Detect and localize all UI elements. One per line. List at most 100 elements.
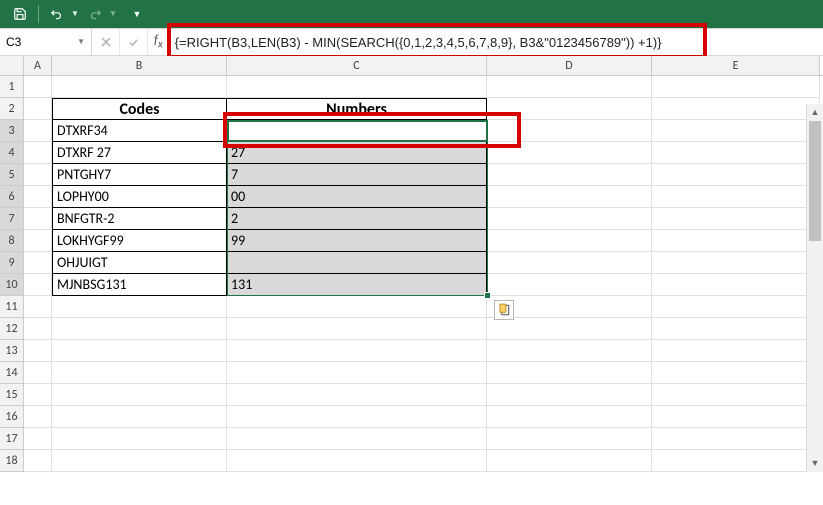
- cell[interactable]: [487, 274, 652, 296]
- cell[interactable]: [487, 318, 652, 340]
- cell[interactable]: [24, 318, 52, 340]
- cell[interactable]: [24, 274, 52, 296]
- row-header-10[interactable]: 10: [0, 274, 24, 296]
- cell-code[interactable]: OHJUIGT: [52, 252, 227, 274]
- cell[interactable]: [487, 76, 652, 98]
- col-header-A[interactable]: A: [24, 56, 52, 75]
- row-header-7[interactable]: 7: [0, 208, 24, 230]
- row-header-15[interactable]: 15: [0, 384, 24, 406]
- cell-code[interactable]: DTXRF34: [52, 120, 227, 142]
- table-header-numbers[interactable]: Numbers: [227, 98, 487, 120]
- cell[interactable]: [652, 186, 820, 208]
- cell[interactable]: [227, 362, 487, 384]
- cell-number[interactable]: 27: [227, 142, 487, 164]
- cell[interactable]: [227, 428, 487, 450]
- cell[interactable]: [652, 142, 820, 164]
- col-header-B[interactable]: B: [52, 56, 227, 75]
- undo-dropdown[interactable]: ▼: [71, 9, 79, 19]
- table-header-codes[interactable]: Codes: [52, 98, 227, 120]
- row-header-18[interactable]: 18: [0, 450, 24, 472]
- cell-number[interactable]: 34: [227, 120, 487, 142]
- cell[interactable]: [487, 428, 652, 450]
- cell[interactable]: [24, 428, 52, 450]
- cell[interactable]: [24, 340, 52, 362]
- cell-number[interactable]: 7: [227, 164, 487, 186]
- cell-code[interactable]: LOPHY00: [52, 186, 227, 208]
- cell[interactable]: [52, 384, 227, 406]
- cell[interactable]: [487, 340, 652, 362]
- cell[interactable]: [652, 450, 820, 472]
- cell[interactable]: [487, 252, 652, 274]
- cell[interactable]: [24, 164, 52, 186]
- cell-number[interactable]: 2: [227, 208, 487, 230]
- cell[interactable]: [487, 186, 652, 208]
- scrollbar-thumb[interactable]: [809, 121, 821, 241]
- cell[interactable]: [227, 318, 487, 340]
- vertical-scrollbar[interactable]: ▲ ▼: [806, 104, 823, 472]
- cell[interactable]: [24, 76, 52, 98]
- cell[interactable]: [52, 318, 227, 340]
- cell[interactable]: [487, 98, 652, 120]
- cell[interactable]: [227, 450, 487, 472]
- row-header-17[interactable]: 17: [0, 428, 24, 450]
- save-button[interactable]: [8, 3, 32, 25]
- cell[interactable]: [652, 208, 820, 230]
- scroll-up-button[interactable]: ▲: [807, 104, 823, 121]
- cell[interactable]: [487, 362, 652, 384]
- row-header-5[interactable]: 5: [0, 164, 24, 186]
- cell[interactable]: [227, 406, 487, 428]
- row-header-16[interactable]: 16: [0, 406, 24, 428]
- cell[interactable]: [487, 120, 652, 142]
- cell-number[interactable]: 99: [227, 230, 487, 252]
- cell[interactable]: [52, 450, 227, 472]
- undo-button[interactable]: [45, 3, 69, 25]
- cell[interactable]: [652, 164, 820, 186]
- cell[interactable]: [652, 230, 820, 252]
- cell[interactable]: [52, 340, 227, 362]
- cell[interactable]: [487, 164, 652, 186]
- row-header-13[interactable]: 13: [0, 340, 24, 362]
- cell[interactable]: [487, 208, 652, 230]
- redo-dropdown[interactable]: ▼: [109, 9, 117, 19]
- name-box-dropdown-icon[interactable]: ▼: [77, 37, 85, 47]
- redo-button[interactable]: [83, 3, 107, 25]
- customize-qat-button[interactable]: ▼: [125, 3, 149, 25]
- cell[interactable]: [52, 406, 227, 428]
- select-all-button[interactable]: [0, 56, 24, 75]
- row-header-3[interactable]: 3: [0, 120, 24, 142]
- cell[interactable]: [652, 296, 820, 318]
- cell[interactable]: [24, 208, 52, 230]
- cell[interactable]: [652, 274, 820, 296]
- cell[interactable]: [652, 120, 820, 142]
- col-header-C[interactable]: C: [227, 56, 487, 75]
- cell[interactable]: [487, 406, 652, 428]
- cell[interactable]: [652, 384, 820, 406]
- cell-number[interactable]: 00: [227, 186, 487, 208]
- cell[interactable]: [24, 252, 52, 274]
- cell[interactable]: [487, 384, 652, 406]
- cancel-formula-button[interactable]: [92, 29, 120, 55]
- row-header-14[interactable]: 14: [0, 362, 24, 384]
- row-header-9[interactable]: 9: [0, 252, 24, 274]
- cell[interactable]: [24, 98, 52, 120]
- row-header-12[interactable]: 12: [0, 318, 24, 340]
- row-header-11[interactable]: 11: [0, 296, 24, 318]
- cell[interactable]: [24, 296, 52, 318]
- name-box-input[interactable]: [6, 35, 66, 49]
- cell[interactable]: [52, 362, 227, 384]
- cell-number[interactable]: 131: [227, 274, 487, 296]
- cell[interactable]: [487, 142, 652, 164]
- cell[interactable]: [652, 318, 820, 340]
- cell[interactable]: [652, 428, 820, 450]
- cell[interactable]: [652, 252, 820, 274]
- cell[interactable]: [52, 296, 227, 318]
- row-header-2[interactable]: 2: [0, 98, 24, 120]
- col-header-D[interactable]: D: [487, 56, 652, 75]
- cell[interactable]: [652, 76, 820, 98]
- cell[interactable]: [24, 406, 52, 428]
- cell[interactable]: [24, 384, 52, 406]
- row-header-4[interactable]: 4: [0, 142, 24, 164]
- paste-options-button[interactable]: [494, 300, 514, 320]
- cell-number[interactable]: [227, 252, 487, 274]
- cell-code[interactable]: MJNBSG131: [52, 274, 227, 296]
